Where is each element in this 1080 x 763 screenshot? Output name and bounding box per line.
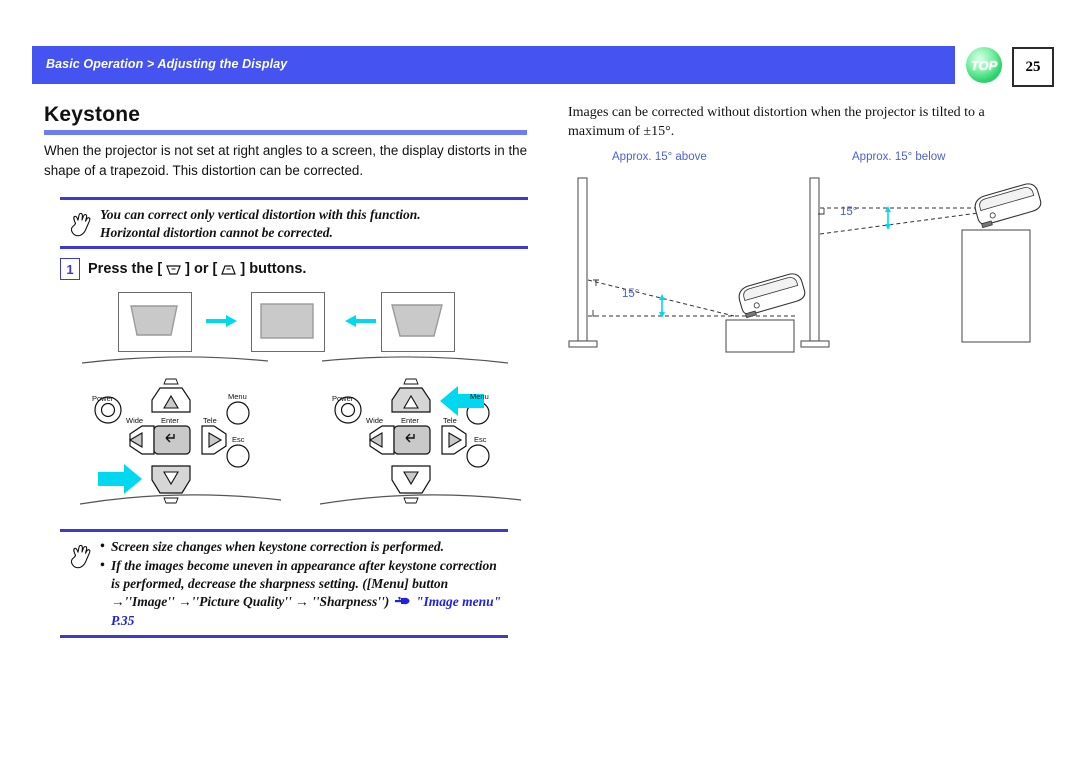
intro-paragraph: When the projector is not set at right a… [44,143,528,178]
step-instruction: Press the [ ] or [ ] buttons. [88,261,306,277]
ctrl-right-label-menu: Menu [470,392,489,401]
angle-label-right: 15° [840,206,858,218]
note-top-text: You can correct only vertical distortion… [100,206,421,242]
control-panel-left: Power Wide Enter Tele Menu Esc [78,376,283,506]
ctrl-right-label-power: Power [332,394,354,403]
step-text-before: Press the [ [88,261,163,277]
angle-label-left: 15° [622,288,640,300]
note-bottom-text: Screen size changes when keystone correc… [100,537,508,631]
pointing-hand-icon [60,538,100,631]
note-box-top: You can correct only vertical distortion… [60,197,528,249]
keystone-up-icon [220,263,237,276]
note-top-line-1: You can correct only vertical distortion… [100,207,421,222]
control-panel-right: Power Wide Enter Tele Menu Esc [318,376,523,506]
note-box-bottom: Screen size changes when keystone correc… [60,529,508,638]
note-bullet-1: Screen size changes when keystone correc… [100,537,508,556]
pointing-hand-link-icon [394,594,411,612]
step-1: 1 Press the [ ] or [ ] buttons. [60,258,306,280]
ctrl-left-label-power: Power [92,394,114,403]
note-bullet-2: If the images become uneven in appearanc… [100,556,508,630]
tilt-label-below: Approx. 15° below [852,151,946,163]
tilt-label-above: Approx. 15° above [612,151,707,163]
keystone-down-icon [165,263,182,276]
arrow-left-cyan-1 [344,314,376,333]
screen-figures [96,292,526,354]
page-number-box: 25 [1012,47,1054,87]
panel-curve-right [321,356,509,364]
ctrl-right-label-enter: Enter [401,416,419,425]
note-top-line-2: Horizontal distortion cannot be correcte… [100,225,333,240]
arrow-right-cyan-1 [206,314,238,333]
figure-distorted-right [381,292,455,352]
step-text-after: ] buttons. [240,261,307,277]
pointing-hand-icon [60,206,100,242]
ctrl-right-label-esc: Esc [474,435,487,444]
breadcrumb: Basic Operation > Adjusting the Display [46,57,288,71]
note-rule-bottom [60,246,528,249]
figure-corrected-middle [251,292,325,352]
figure-distorted-left [118,292,192,352]
ctrl-right-label-wide: Wide [366,416,384,425]
ctrl-left-label-enter: Enter [161,416,179,425]
note-bottom-rule-bottom [60,635,508,638]
page-title: Keystone [44,103,141,126]
top-badge[interactable]: TOP [966,47,1002,83]
ctrl-left-label-tele: Tele [203,416,217,425]
step-number-box: 1 [60,258,80,280]
ctrl-left-label-wide: Wide [126,416,144,425]
ctrl-left-label-esc: Esc [232,435,245,444]
ctrl-right-label-tele: Tele [443,416,457,425]
panel-curve-left [81,356,269,364]
right-intro-paragraph: Images can be corrected without distorti… [568,105,985,139]
tilt-diagrams: 15° 15° [566,168,1046,368]
ctrl-left-label-menu: Menu [228,392,247,401]
step-text-middle: ] or [ [185,261,218,277]
title-underline [44,130,527,135]
